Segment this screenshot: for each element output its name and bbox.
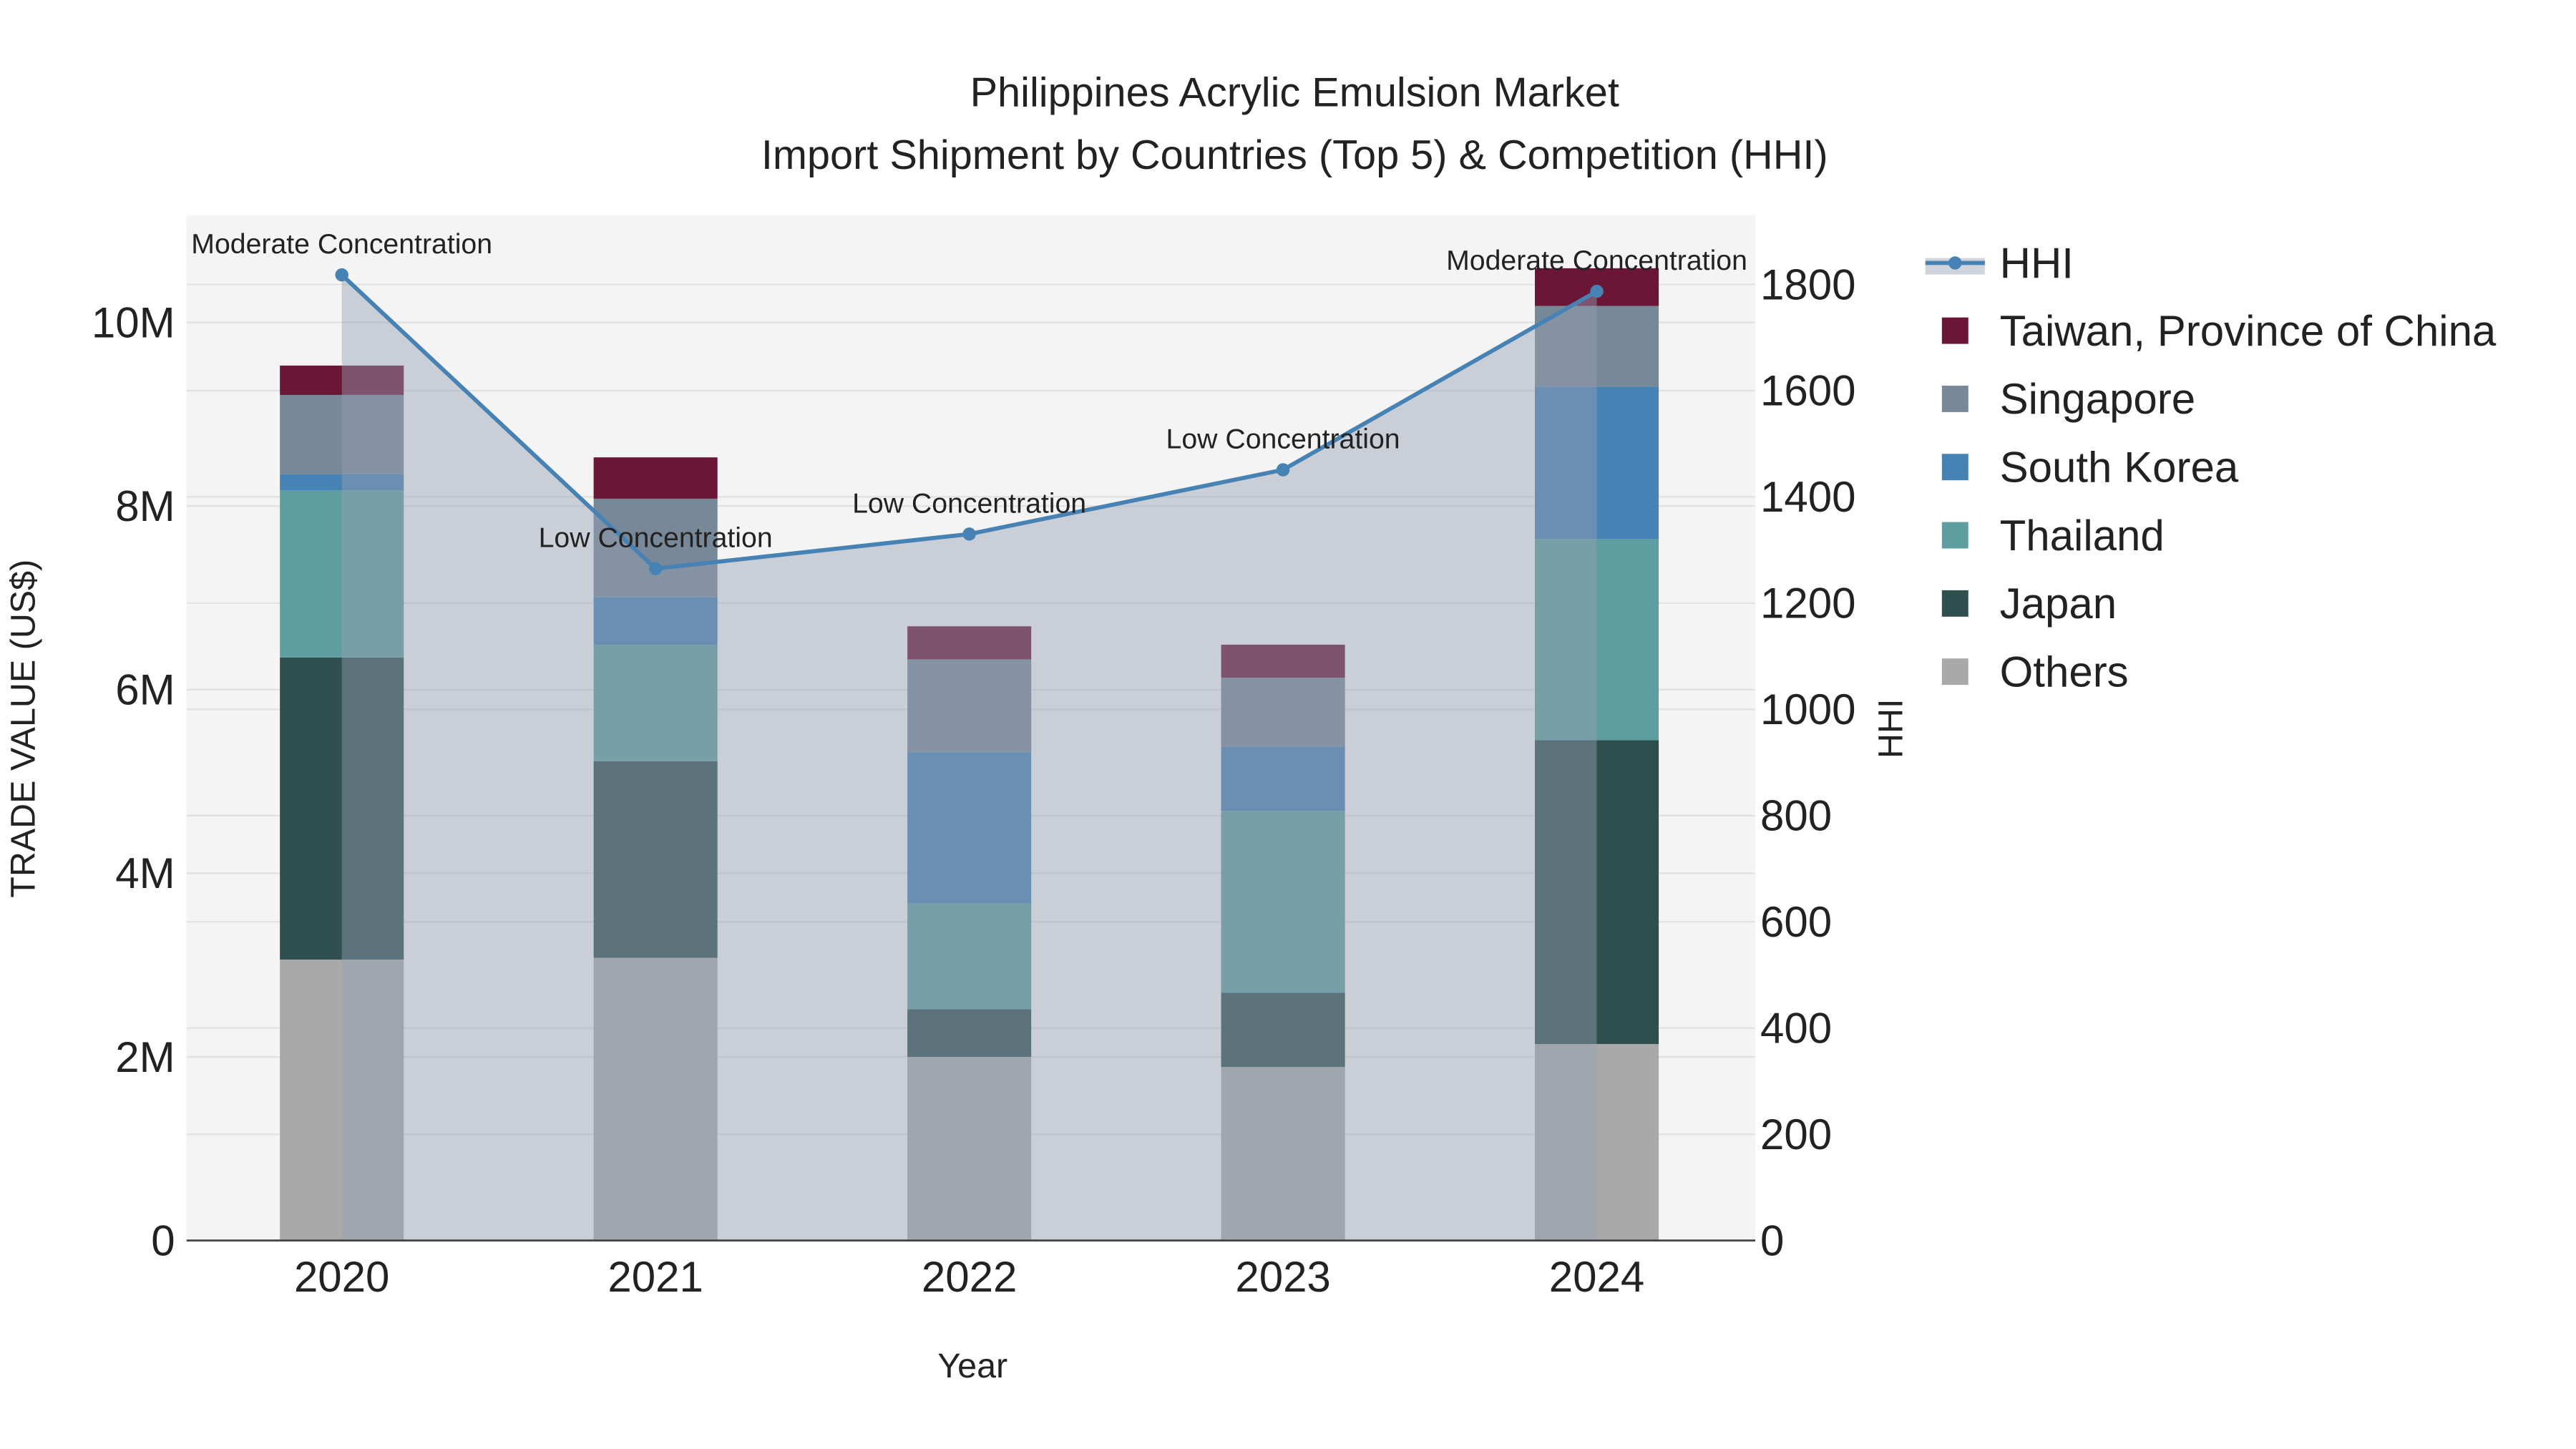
- hhi-point-2020: [335, 268, 348, 282]
- legend-label: South Korea: [2000, 444, 2239, 492]
- hhi-annotation-2024: Moderate Concentration: [1446, 245, 1747, 276]
- y-tick-label: 0: [151, 1216, 175, 1264]
- y-tick-label: 2M: [115, 1033, 175, 1081]
- y2-tick-label: 400: [1760, 1004, 1832, 1052]
- y2-tick-label: 0: [1760, 1216, 1784, 1264]
- y2-tick-label: 200: [1760, 1111, 1832, 1158]
- chart: Philippines Acrylic Emulsion Market Impo…: [0, 0, 2576, 1449]
- y-axis-title: TRADE VALUE (US$): [4, 560, 42, 898]
- x-tick-label-2020: 2020: [294, 1253, 389, 1301]
- y-tick-label: 4M: [115, 849, 175, 897]
- y-tick-label: 6M: [115, 666, 175, 714]
- hhi-annotation-2022: Low Concentration: [852, 487, 1086, 519]
- hhi-annotation-2020: Moderate Concentration: [191, 228, 492, 260]
- legend-item-taiwan-province-of-china[interactable]: Taiwan, Province of China: [1941, 307, 2497, 355]
- y2-tick-label: 1200: [1760, 580, 1855, 628]
- hhi-point-2023: [1276, 463, 1290, 477]
- chart-title: Philippines Acrylic Emulsion Market: [970, 69, 1619, 115]
- y-tick-label: 10M: [92, 298, 175, 346]
- legend-swatch-hhi-marker: [1948, 256, 1962, 270]
- hhi-annotation-2021: Low Concentration: [539, 522, 773, 554]
- legend-swatch: [1941, 454, 1968, 481]
- legend-swatch: [1941, 385, 1968, 412]
- bar-taiwan-province-of-china-2021: [593, 457, 718, 499]
- hhi-annotation-2023: Low Concentration: [1166, 424, 1400, 455]
- legend-label: HHI: [2000, 239, 2074, 287]
- x-tick-label-2023: 2023: [1235, 1253, 1330, 1301]
- y2-tick-label: 1600: [1760, 367, 1855, 415]
- legend-label: Taiwan, Province of China: [2000, 307, 2497, 355]
- legend-label: Singapore: [2000, 375, 2196, 423]
- x-tick-label-2021: 2021: [608, 1253, 703, 1301]
- y2-tick-label: 1400: [1760, 473, 1855, 521]
- legend-swatch: [1941, 658, 1968, 686]
- legend-label: Others: [2000, 648, 2129, 696]
- legend-swatch: [1941, 590, 1968, 617]
- x-tick-label-2022: 2022: [922, 1253, 1017, 1301]
- y2-tick-label: 1800: [1760, 260, 1855, 308]
- legend-label: Japan: [2000, 580, 2117, 628]
- legend-swatch: [1941, 317, 1968, 344]
- hhi-point-2021: [648, 562, 663, 575]
- hhi-point-2024: [1590, 284, 1604, 298]
- y2-tick-label: 800: [1760, 792, 1832, 840]
- y-tick-label: 8M: [115, 482, 175, 530]
- legend-swatch: [1941, 522, 1968, 549]
- chart-subtitle: Import Shipment by Countries (Top 5) & C…: [761, 132, 1828, 178]
- hhi-point-2022: [962, 527, 976, 541]
- x-tick-label-2024: 2024: [1549, 1253, 1644, 1301]
- legend-label: Thailand: [2000, 512, 2165, 560]
- x-axis-title: Year: [937, 1347, 1008, 1385]
- y2-tick-label: 1000: [1760, 686, 1855, 733]
- y2-axis-title: HHI: [1871, 699, 1910, 758]
- y2-tick-label: 600: [1760, 898, 1832, 946]
